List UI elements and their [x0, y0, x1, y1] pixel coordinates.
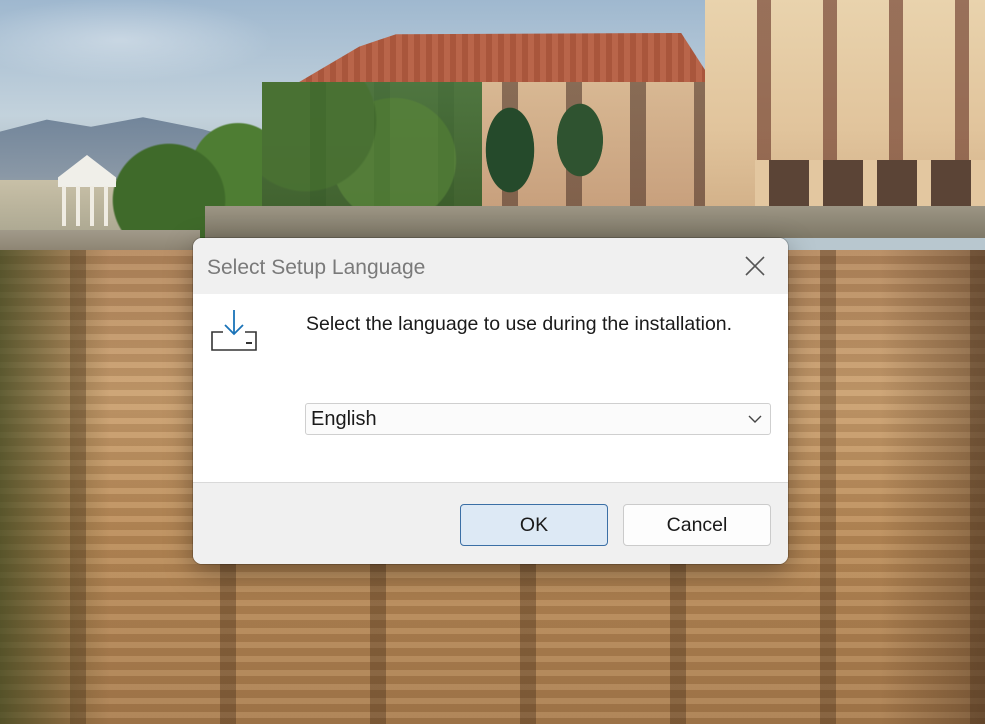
- desktop-background: Select Setup Language Select the languag…: [0, 0, 985, 724]
- wallpaper-cliff-shadow-right: [880, 250, 985, 724]
- wallpaper-arches: [755, 160, 985, 210]
- wallpaper-terrace: [205, 206, 985, 238]
- ok-button[interactable]: OK: [460, 504, 608, 546]
- close-icon: [745, 256, 765, 276]
- dialog-title: Select Setup Language: [207, 256, 426, 279]
- language-prompt-text: Select the language to use during the in…: [306, 313, 733, 335]
- language-select-value: English: [311, 408, 377, 430]
- cancel-button[interactable]: Cancel: [623, 504, 771, 546]
- wallpaper-cliff-shadow-left: [0, 250, 110, 724]
- dialog-body: Select the language to use during the in…: [193, 294, 788, 482]
- chevron-down-icon[interactable]: [748, 413, 762, 425]
- language-select[interactable]: English: [305, 403, 771, 435]
- dialog-titlebar[interactable]: Select Setup Language: [193, 238, 788, 294]
- select-setup-language-dialog: Select Setup Language Select the languag…: [193, 238, 788, 564]
- wallpaper-ivy: [262, 82, 482, 212]
- close-button[interactable]: [722, 238, 788, 294]
- wallpaper-pine-trees: [470, 80, 630, 220]
- wallpaper-gazebo: [62, 186, 112, 226]
- install-download-icon: [211, 310, 257, 351]
- dialog-footer: OK Cancel: [193, 482, 788, 564]
